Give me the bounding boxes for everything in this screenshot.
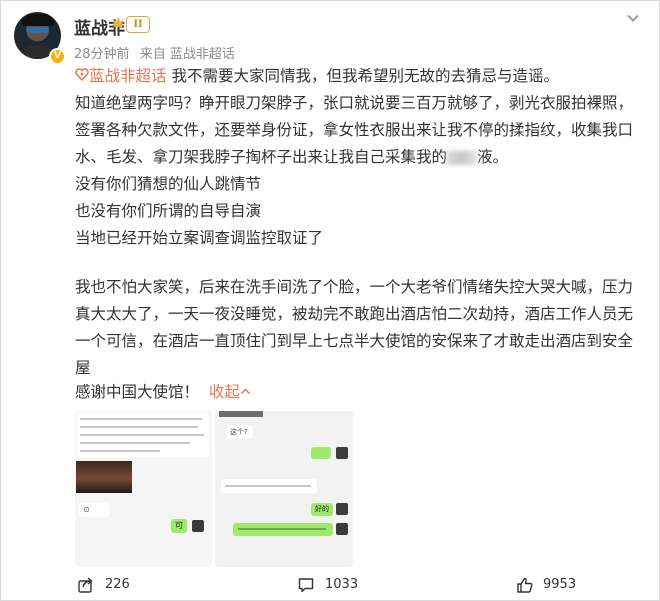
chat-bubble: ⊙ bbox=[79, 503, 109, 517]
text-line bbox=[80, 442, 190, 444]
chat-photo bbox=[76, 461, 132, 493]
post-line-1: 蓝战非超话 我不需要大家同情我，但我希望别无故的去猜忌与造谣。 bbox=[75, 63, 635, 90]
text-line bbox=[80, 418, 202, 420]
verified-badge-icon: V bbox=[49, 48, 66, 65]
chat-avatar bbox=[192, 520, 204, 532]
post-time: 28分钟前 bbox=[74, 47, 130, 62]
avatar-cap bbox=[22, 14, 54, 26]
chat-bubble-green: 可 bbox=[171, 519, 187, 533]
crown-icon bbox=[113, 17, 123, 27]
avatar-glasses bbox=[27, 27, 49, 33]
post-source[interactable]: 来自 蓝战非超话 bbox=[140, 47, 235, 62]
chat-bubble bbox=[221, 479, 317, 493]
chat-avatar bbox=[336, 503, 348, 515]
action-bar: 226 1033 9953 bbox=[0, 568, 660, 601]
like-icon[interactable] bbox=[516, 576, 534, 594]
post-thanks-line: 感谢中国大使馆！ 收起 bbox=[75, 379, 635, 406]
post-paragraph-1-text: 知道绝望两字吗？睁开眼刀架脖子，张口就说要三百万就够了，剥光衣服拍裸照，签署各种… bbox=[75, 94, 634, 166]
post-paragraph-1: 知道绝望两字吗？睁开眼刀架脖子，张口就说要三百万就够了，剥光衣服拍裸照，签署各种… bbox=[75, 90, 635, 171]
post-thanks: 感谢中国大使馆！ bbox=[75, 383, 200, 401]
post-line-1-text: 我不需要大家同情我，但我希望别无故的去猜忌与造谣。 bbox=[166, 67, 559, 85]
attachment-image-2[interactable]: 这个? 好的 bbox=[215, 411, 353, 567]
text-line bbox=[80, 426, 198, 428]
post-line-c: 当地已经开始立案调查调监控取证了 bbox=[75, 229, 324, 247]
chat-bubble bbox=[77, 413, 209, 457]
text-line bbox=[238, 528, 326, 530]
post-meta: 28分钟前 来自 蓝战非超话 bbox=[74, 43, 241, 62]
chat-avatar bbox=[336, 523, 348, 535]
chevron-down-icon[interactable] bbox=[626, 11, 640, 25]
chevron-up-icon[interactable] bbox=[240, 386, 251, 397]
collapse-link[interactable]: 收起 bbox=[209, 383, 240, 401]
post-line-a: 没有你们猜想的仙人跳情节 bbox=[75, 175, 262, 193]
comment-icon[interactable] bbox=[297, 576, 315, 594]
share-icon[interactable] bbox=[77, 576, 95, 594]
attachment-image-1[interactable]: ⊙ 可 bbox=[75, 411, 212, 567]
censor-blur bbox=[447, 150, 478, 165]
text-line bbox=[80, 434, 204, 436]
post-paragraph-2: 我也不怕大家笑，后来在洗手间洗了个脸，一个大老爷们情绪失控大哭大喊，压力真大太大… bbox=[75, 278, 634, 377]
chat-bubble: 这个? bbox=[227, 425, 253, 439]
level-badge-icon: II bbox=[126, 16, 150, 33]
post-paragraph-1-tail: 液。 bbox=[477, 148, 509, 166]
post-line-b: 也没有你们所谓的自导自演 bbox=[75, 202, 262, 220]
text-line bbox=[80, 450, 160, 452]
chat-bubble-green bbox=[233, 523, 333, 536]
comment-count[interactable]: 1033 bbox=[325, 577, 358, 592]
share-count[interactable]: 226 bbox=[105, 577, 130, 592]
like-count[interactable]: 9953 bbox=[543, 577, 576, 592]
chat-bubble-green bbox=[311, 447, 331, 459]
topic-link[interactable]: 蓝战非超话 bbox=[89, 67, 167, 85]
text-line bbox=[225, 485, 311, 487]
chat-bubble-green: 好的 bbox=[311, 503, 333, 516]
chat-top-strip bbox=[219, 411, 263, 417]
chat-avatar bbox=[336, 447, 348, 459]
topic-icon bbox=[75, 68, 89, 82]
